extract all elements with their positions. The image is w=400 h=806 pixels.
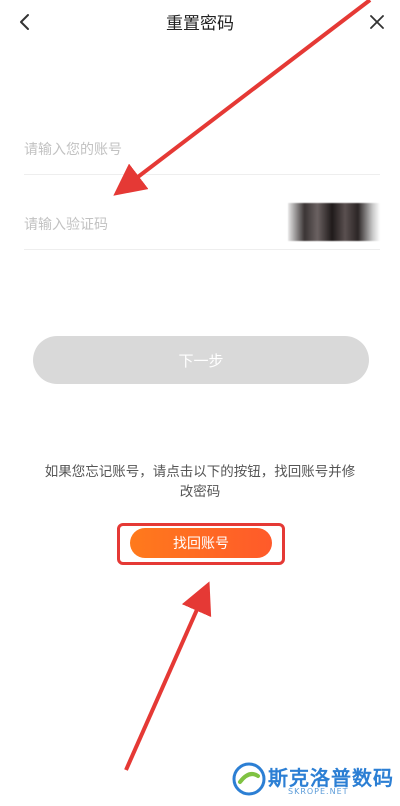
verification-code-input[interactable] (24, 205, 264, 245)
watermark-url: SKROPE.NET (288, 787, 349, 796)
recover-account-button[interactable]: 找回账号 (130, 528, 272, 558)
account-field (24, 130, 380, 175)
top-bar: 重置密码 (0, 0, 400, 44)
watermark-logo-icon (232, 762, 266, 796)
next-step-button[interactable]: 下一步 (33, 336, 369, 384)
annotation-arrows (113, 0, 372, 771)
captcha-image[interactable] (288, 203, 380, 241)
recover-hint-text: 如果您忘记账号，请点击以下的按钮，找回账号并修改密码 (44, 464, 356, 500)
watermark: 斯克洛普数码 SKROPE.NET (232, 760, 394, 802)
arrow-to-recover-button (124, 581, 212, 771)
page-title: 重置密码 (166, 14, 234, 34)
code-field (24, 203, 380, 250)
account-input[interactable] (24, 130, 264, 170)
close-icon[interactable] (368, 13, 386, 31)
